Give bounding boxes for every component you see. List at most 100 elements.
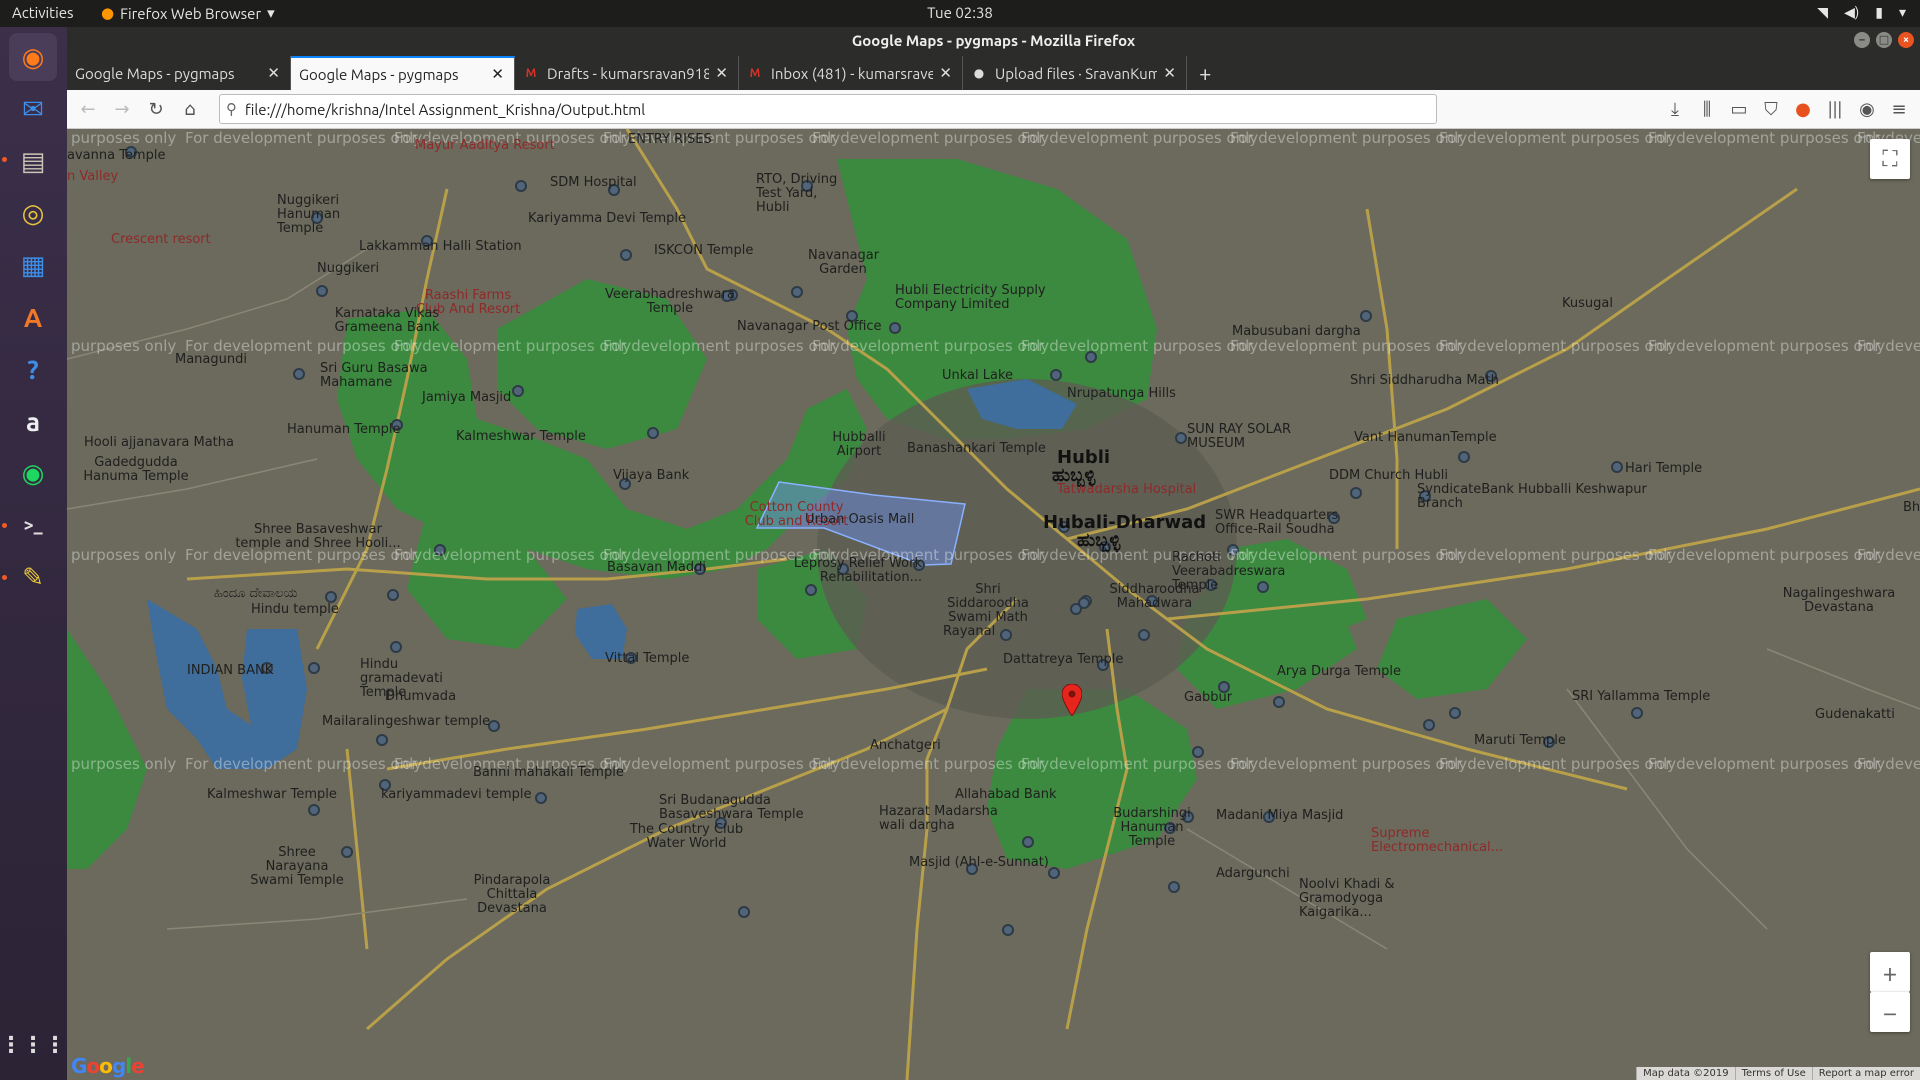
poi-pin[interactable]	[1423, 719, 1435, 731]
reload-button[interactable]: ↻	[141, 94, 171, 124]
poi-pin[interactable]	[1458, 451, 1470, 463]
poi-pin[interactable]	[293, 368, 305, 380]
map-label: Navanagar Post Office	[737, 319, 882, 334]
close-icon[interactable]: ×	[1898, 32, 1914, 48]
forward-button[interactable]: →	[107, 94, 137, 124]
map-label: ಹಿಂದೂ ದೇವಾಲಯ	[214, 586, 298, 601]
poi-pin[interactable]	[1631, 707, 1643, 719]
terminal-launcher[interactable]: >_	[9, 501, 57, 549]
poi-pin[interactable]	[1002, 924, 1014, 936]
zoom-in-button[interactable]: +	[1870, 952, 1910, 992]
poi-pin[interactable]	[1138, 629, 1150, 641]
map-label: Pindarapola Chittala Devastana	[473, 873, 551, 916]
system-tray[interactable]: ◥ ◀) ▮ ▾	[1817, 4, 1906, 21]
poi-pin[interactable]	[1048, 867, 1060, 879]
close-icon[interactable]: ✕	[715, 64, 728, 82]
watermark-text: For development purposes only	[1021, 129, 1259, 147]
container-icon[interactable]: |||	[1820, 94, 1850, 124]
poi-pin[interactable]	[1070, 603, 1082, 615]
minimize-icon[interactable]: –	[1854, 32, 1870, 48]
poi-pin[interactable]	[1273, 696, 1285, 708]
map-label: Hari Temple	[1625, 461, 1703, 476]
show-apps-icon[interactable]: ⋮⋮⋮	[0, 1021, 66, 1069]
close-icon[interactable]: ✕	[267, 64, 280, 82]
tab-drafts[interactable]: M Drafts - kumarsravan918 ✕	[515, 56, 739, 90]
tab-label: Upload files · SravanKum	[995, 64, 1158, 82]
tab-inbox[interactable]: M Inbox (481) - kumarsrave ✕	[739, 56, 963, 90]
google-map[interactable]: purposes only For development purposes on…	[67, 129, 1920, 1080]
poi-pin[interactable]	[1449, 707, 1461, 719]
spotify-launcher[interactable]: ◉	[9, 449, 57, 497]
close-icon[interactable]: ✕	[1163, 64, 1176, 82]
account-icon[interactable]: ◉	[1852, 94, 1882, 124]
text-editor-launcher[interactable]: ✎	[9, 553, 57, 601]
poi-pin[interactable]	[390, 641, 402, 653]
poi-pin[interactable]	[1000, 629, 1012, 641]
poi-pin[interactable]	[316, 285, 328, 297]
poi-pin[interactable]	[1175, 432, 1187, 444]
url-bar[interactable]: ⚲ file:///home/krishna/Intel Assignment_…	[219, 94, 1437, 124]
watermark-text: For development purposes only	[1857, 755, 1920, 773]
poi-pin[interactable]	[1360, 310, 1372, 322]
shield-icon[interactable]: ⛉	[1756, 94, 1786, 124]
poi-pin[interactable]	[1050, 369, 1062, 381]
poi-pin[interactable]	[512, 385, 524, 397]
map-label: The Country Club Water World	[629, 822, 744, 851]
close-icon[interactable]: ✕	[939, 64, 952, 82]
map-label: Siddharoodha Mahadwara	[1109, 582, 1200, 611]
poi-pin[interactable]	[308, 804, 320, 816]
amazon-launcher[interactable]: a	[9, 397, 57, 445]
tab-google-maps-1[interactable]: Google Maps - pygmaps ✕	[67, 56, 291, 90]
firefox-launcher[interactable]: ◉	[9, 33, 57, 81]
poi-pin[interactable]	[1611, 461, 1623, 473]
poi-pin[interactable]	[647, 427, 659, 439]
help-launcher[interactable]: ?	[9, 345, 57, 393]
poi-pin[interactable]	[1168, 881, 1180, 893]
rhythmbox-launcher[interactable]: ◎	[9, 189, 57, 237]
download-icon[interactable]: ⤓	[1660, 94, 1690, 124]
poi-pin[interactable]	[515, 180, 527, 192]
activities-button[interactable]: Activities	[12, 4, 74, 21]
poi-pin[interactable]	[791, 286, 803, 298]
poi-pin[interactable]	[1022, 836, 1034, 848]
tab-upload-files[interactable]: ● Upload files · SravanKum ✕	[963, 56, 1187, 90]
report-error-link[interactable]: Report a map error	[1811, 1067, 1920, 1080]
back-button[interactable]: ←	[73, 94, 103, 124]
zoom-out-button[interactable]: −	[1870, 992, 1910, 1032]
poi-pin[interactable]	[376, 734, 388, 746]
menu-icon[interactable]: ≡	[1884, 94, 1914, 124]
tab-google-maps-2[interactable]: Google Maps - pygmaps ✕	[291, 56, 515, 90]
tab-label: Inbox (481) - kumarsrave	[771, 64, 934, 82]
map-label: Tatwadarsha Hospital	[1057, 482, 1197, 497]
software-launcher[interactable]: A	[9, 293, 57, 341]
library-icon[interactable]: ⫼	[1692, 94, 1722, 124]
new-tab-button[interactable]: +	[1187, 61, 1223, 90]
poi-pin[interactable]	[738, 906, 750, 918]
poi-pin[interactable]	[620, 249, 632, 261]
extension-icon[interactable]: ●	[1788, 94, 1818, 124]
thunderbird-launcher[interactable]: ✉	[9, 85, 57, 133]
map-label: Vijaya Bank	[613, 468, 690, 483]
watermark-text: For development purposes only	[1648, 129, 1886, 147]
files-launcher[interactable]: ▤	[9, 137, 57, 185]
tab-label: Google Maps - pygmaps	[75, 64, 235, 82]
poi-pin[interactable]	[805, 584, 817, 596]
poi-pin[interactable]	[387, 589, 399, 601]
clock[interactable]: Tue 02:38	[927, 4, 993, 21]
poi-pin[interactable]	[535, 792, 547, 804]
poi-pin[interactable]	[1350, 487, 1362, 499]
poi-pin[interactable]	[308, 662, 320, 674]
app-menu[interactable]: ● Firefox Web Browser ▾	[101, 4, 275, 22]
google-logo[interactable]: Google	[71, 1054, 145, 1078]
terms-link[interactable]: Terms of Use	[1734, 1067, 1812, 1080]
map-label: Dattatreya Temple	[1003, 652, 1124, 667]
location-marker-icon[interactable]	[1062, 684, 1082, 716]
maximize-icon[interactable]: □	[1876, 32, 1892, 48]
map-label: Lakkamman Halli Station	[359, 239, 522, 254]
poi-pin[interactable]	[889, 322, 901, 334]
fullscreen-button[interactable]: ⛶	[1870, 139, 1910, 179]
sidebar-icon[interactable]: ▭	[1724, 94, 1754, 124]
writer-launcher[interactable]: ▦	[9, 241, 57, 289]
close-icon[interactable]: ✕	[491, 65, 504, 83]
home-button[interactable]: ⌂	[175, 94, 205, 124]
